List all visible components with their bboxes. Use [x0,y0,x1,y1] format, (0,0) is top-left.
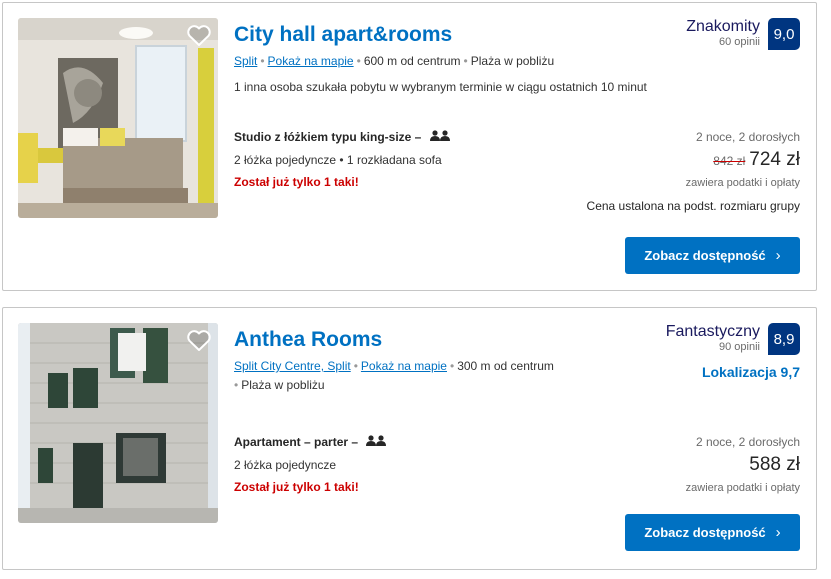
activity-note: 1 inna osoba szukała pobytu w wybranym t… [234,80,647,94]
current-price: 724 zł [749,149,800,170]
see-availability-label: Zobacz dostępność [644,248,766,263]
property-title[interactable]: City hall apart&rooms [234,23,452,47]
show-on-map-link[interactable]: Pokaż na mapie [361,359,447,373]
rating-word: Znakomity [686,18,760,35]
heart-icon[interactable] [186,329,212,353]
availability-warning: Został już tylko 1 taki! [234,175,359,189]
separator-dot: • [260,54,265,68]
review-count: 90 opinii [719,341,760,353]
room-type: Studio z łóżkiem typu king-size – [234,130,450,144]
property-title[interactable]: Anthea Rooms [234,328,382,352]
review-count: 60 opinii [719,36,760,48]
review-text: Fantastyczny 90 opinii [666,323,760,353]
property-photo[interactable] [18,18,218,218]
review-text: Znakomity 60 opinii [686,18,760,48]
separator-dot: • [234,378,239,392]
score-badge: 8,9 [768,323,800,355]
location-line: Split • Pokaż na mapie • 600 m od centrum • Pl… [234,54,554,68]
current-price: 588 zł [749,454,800,475]
bed-info: 2 łóżka pojedyncze • 1 rozkładana sofa [234,153,442,167]
property-card: City hall apart&rooms Split • Pokaż na map… [2,2,817,291]
score-badge: 9,0 [768,18,800,50]
stay-info: 2 noce, 2 dorosłych [695,130,800,144]
separator-dot: • [356,54,361,68]
stay-info: 2 noce, 2 dorosłych [695,435,800,449]
heart-icon[interactable] [186,24,212,48]
separator-dot: • [353,359,358,373]
city-link[interactable]: Split [234,54,257,68]
property-card: Anthea Rooms Split City Centre, Split • Po… [2,307,817,570]
two-people-icon [366,435,387,449]
city-link[interactable]: Split City Centre, Split [234,359,351,373]
see-availability-button[interactable]: Zobacz dostępność › [625,237,800,274]
room-type: Apartament – parter – [234,435,387,449]
distance-text: 300 m od centrum [457,359,554,373]
tax-note: zawiera podatki i opłaty [685,482,800,494]
original-price: 842 zł [713,154,746,168]
bed-info: 2 łóżka pojedyncze [234,458,337,472]
availability-warning: Został już tylko 1 taki! [234,480,359,494]
see-availability-label: Zobacz dostępność [644,525,766,540]
group-price-note: Cena ustalona na podst. rozmiaru grupy [586,199,800,213]
tax-note: zawiera podatki i opłaty [685,177,800,189]
review-score[interactable]: Znakomity 60 opinii 9,0 [686,18,800,50]
distance-text: 600 m od centrum [363,54,461,68]
room-type-label: Apartament – parter – [234,435,359,449]
beach-text: Plaża w pobliżu [470,54,555,68]
beach-text: Plaża w pobliżu [241,378,325,392]
location-score: Lokalizacja 9,7 [701,364,800,380]
chevron-right-icon: › [775,524,781,541]
separator-dot: • [449,359,455,373]
room-type-label: Studio z łóżkiem typu king-size – [234,130,422,144]
separator-dot: • [463,54,468,68]
chevron-right-icon: › [775,247,781,264]
property-photo[interactable] [18,323,218,523]
show-on-map-link[interactable]: Pokaż na mapie [268,54,354,68]
location-line: Split City Centre, Split • Pokaż na mapie •… [234,359,554,373]
two-people-icon [429,130,450,144]
price-block: 842 zł 724 zł [713,149,800,171]
rating-word: Fantastyczny [665,323,760,340]
review-score[interactable]: Fantastyczny 90 opinii 8,9 [666,323,800,355]
see-availability-button[interactable]: Zobacz dostępność › [625,514,800,551]
location-line-2: • Plaża w pobliżu [234,378,325,392]
